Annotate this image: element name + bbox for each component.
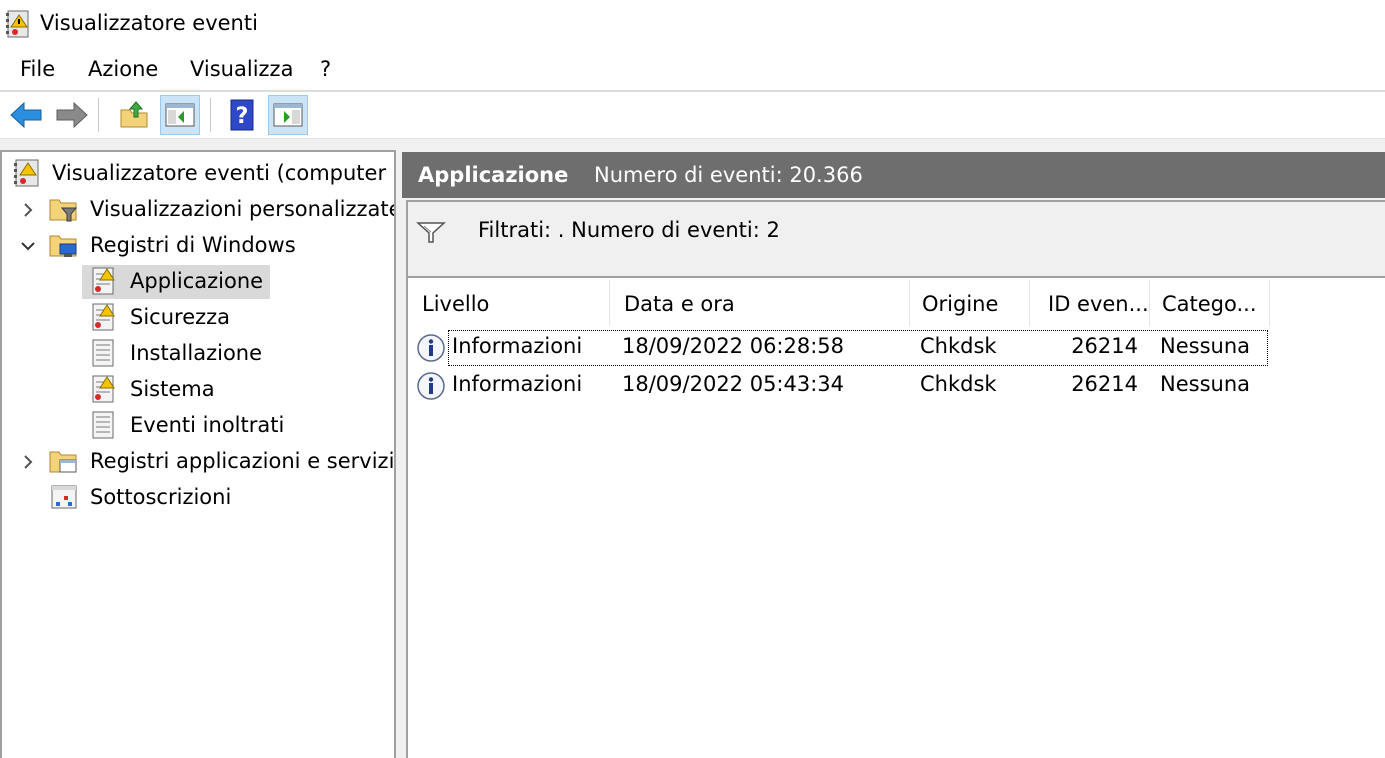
result-content: Filtrati: . Numero di eventi: 2 Livello … <box>406 200 1385 758</box>
events-grid: Livello Data e ora Origine ID even... Ca… <box>408 280 1385 758</box>
arrow-right-icon <box>56 101 88 129</box>
chevron-right-icon[interactable] <box>18 452 38 472</box>
event-viewer-icon <box>14 159 39 187</box>
filter-icon <box>416 222 446 243</box>
column-header-event-id[interactable]: ID even... <box>1030 280 1150 326</box>
tree-item-label: Installazione <box>130 341 263 365</box>
toolbar-separator <box>98 98 99 132</box>
log-warning-icon <box>92 375 115 403</box>
back-button[interactable] <box>6 95 46 135</box>
title-bar: Visualizzatore eventi <box>0 0 1385 50</box>
log-icon <box>92 339 114 367</box>
folder-computer-icon <box>49 235 77 257</box>
console-tree: Visualizzatore eventi (computer lo Visua… <box>0 150 396 758</box>
arrow-left-icon <box>10 101 42 129</box>
tree-item-subscriptions[interactable]: Sottoscrizioni <box>2 482 394 514</box>
tree-item-security[interactable]: Sicurezza <box>2 302 394 334</box>
tree-root-label: Visualizzatore eventi (computer lo <box>52 161 396 185</box>
cell-event-id: 26214 <box>1071 334 1138 358</box>
forward-button[interactable] <box>52 95 92 135</box>
help-button[interactable]: ? <box>222 95 262 135</box>
log-title: Applicazione <box>418 163 569 187</box>
show-hide-action-pane-button[interactable] <box>268 95 308 135</box>
grid-header: Livello Data e ora Origine ID even... Ca… <box>408 280 1270 326</box>
tree-item-label: Sicurezza <box>130 305 231 329</box>
tree-item-system[interactable]: Sistema <box>2 374 394 406</box>
tree-item-label: Sistema <box>130 377 215 401</box>
subscriptions-icon <box>51 485 77 509</box>
info-icon <box>417 372 445 400</box>
column-header-category[interactable]: Catego... <box>1150 280 1270 326</box>
info-icon <box>417 334 445 362</box>
tree-root-event-viewer[interactable]: Visualizzatore eventi (computer lo <box>2 158 394 190</box>
column-header-level[interactable]: Livello <box>408 280 610 326</box>
toolbar-bottom-strip <box>0 138 1385 150</box>
table-row[interactable]: Informazioni 18/09/2022 06:28:58 Chkdsk … <box>408 330 1268 366</box>
menu-visualizza[interactable]: Visualizza <box>190 57 293 81</box>
cell-datetime: 18/09/2022 06:28:58 <box>622 334 845 358</box>
tree-item-label: Registri applicazioni e servizi <box>90 449 395 473</box>
tree-item-label: Applicazione <box>130 269 264 293</box>
toolbar: ? <box>0 92 1385 138</box>
tree-item-custom-views[interactable]: Visualizzazioni personalizzate <box>2 194 394 226</box>
cell-category: Nessuna <box>1160 334 1250 358</box>
tree-item-label: Sottoscrizioni <box>90 485 232 509</box>
cell-source: Chkdsk <box>920 372 997 396</box>
chevron-right-icon[interactable] <box>18 200 38 220</box>
event-count: Numero di eventi: 20.366 <box>594 163 863 187</box>
tree-item-label: Eventi inoltrati <box>130 413 285 437</box>
folder-window-icon <box>49 451 77 473</box>
tree-item-app-service-logs[interactable]: Registri applicazioni e servizi <box>2 446 394 478</box>
chevron-down-icon[interactable] <box>18 236 38 256</box>
cell-source: Chkdsk <box>920 334 997 358</box>
result-pane: Applicazione Numero di eventi: 20.366 Fi… <box>402 150 1385 758</box>
tree-item-windows-logs[interactable]: Registri di Windows <box>2 230 394 262</box>
up-folder-button[interactable] <box>114 95 154 135</box>
result-pane-header: Applicazione Numero di eventi: 20.366 <box>402 152 1385 198</box>
show-hide-tree-button[interactable] <box>160 95 200 135</box>
help-icon: ? <box>230 99 254 131</box>
cell-level: Informazioni <box>452 334 583 358</box>
column-header-source[interactable]: Origine <box>910 280 1030 326</box>
folder-filter-icon <box>49 199 78 222</box>
cell-level: Informazioni <box>452 372 583 396</box>
tree-item-forwarded-events[interactable]: Eventi inoltrati <box>2 410 394 442</box>
cell-category: Nessuna <box>1160 372 1250 396</box>
menu-bar: File Azione Visualizza ? <box>0 52 1385 88</box>
log-warning-icon <box>92 303 115 331</box>
console-tree-icon <box>165 103 195 127</box>
log-icon <box>92 411 114 439</box>
svg-text:?: ? <box>236 104 249 129</box>
tree-item-label: Registri di Windows <box>90 233 296 257</box>
action-pane-icon <box>273 103 303 127</box>
filter-bar: Filtrati: . Numero di eventi: 2 <box>408 202 1385 278</box>
menu-file[interactable]: File <box>20 57 55 81</box>
window-title: Visualizzatore eventi <box>40 11 258 35</box>
column-header-datetime[interactable]: Data e ora <box>610 280 910 326</box>
tree-item-label: Visualizzazioni personalizzate <box>90 197 396 221</box>
folder-up-icon <box>120 101 148 128</box>
menu-azione[interactable]: Azione <box>88 57 158 81</box>
cell-event-id: 26214 <box>1071 372 1138 396</box>
tree-item-setup[interactable]: Installazione <box>2 338 394 370</box>
filter-status: Filtrati: . Numero di eventi: 2 <box>478 218 780 242</box>
cell-datetime: 18/09/2022 05:43:34 <box>622 372 845 396</box>
event-viewer-icon <box>6 10 29 38</box>
log-warning-icon <box>92 267 115 295</box>
menu-help[interactable]: ? <box>320 57 331 81</box>
tree-item-application[interactable]: Applicazione <box>2 265 394 299</box>
table-row[interactable]: Informazioni 18/09/2022 05:43:34 Chkdsk … <box>408 368 1268 404</box>
toolbar-separator <box>210 98 211 132</box>
